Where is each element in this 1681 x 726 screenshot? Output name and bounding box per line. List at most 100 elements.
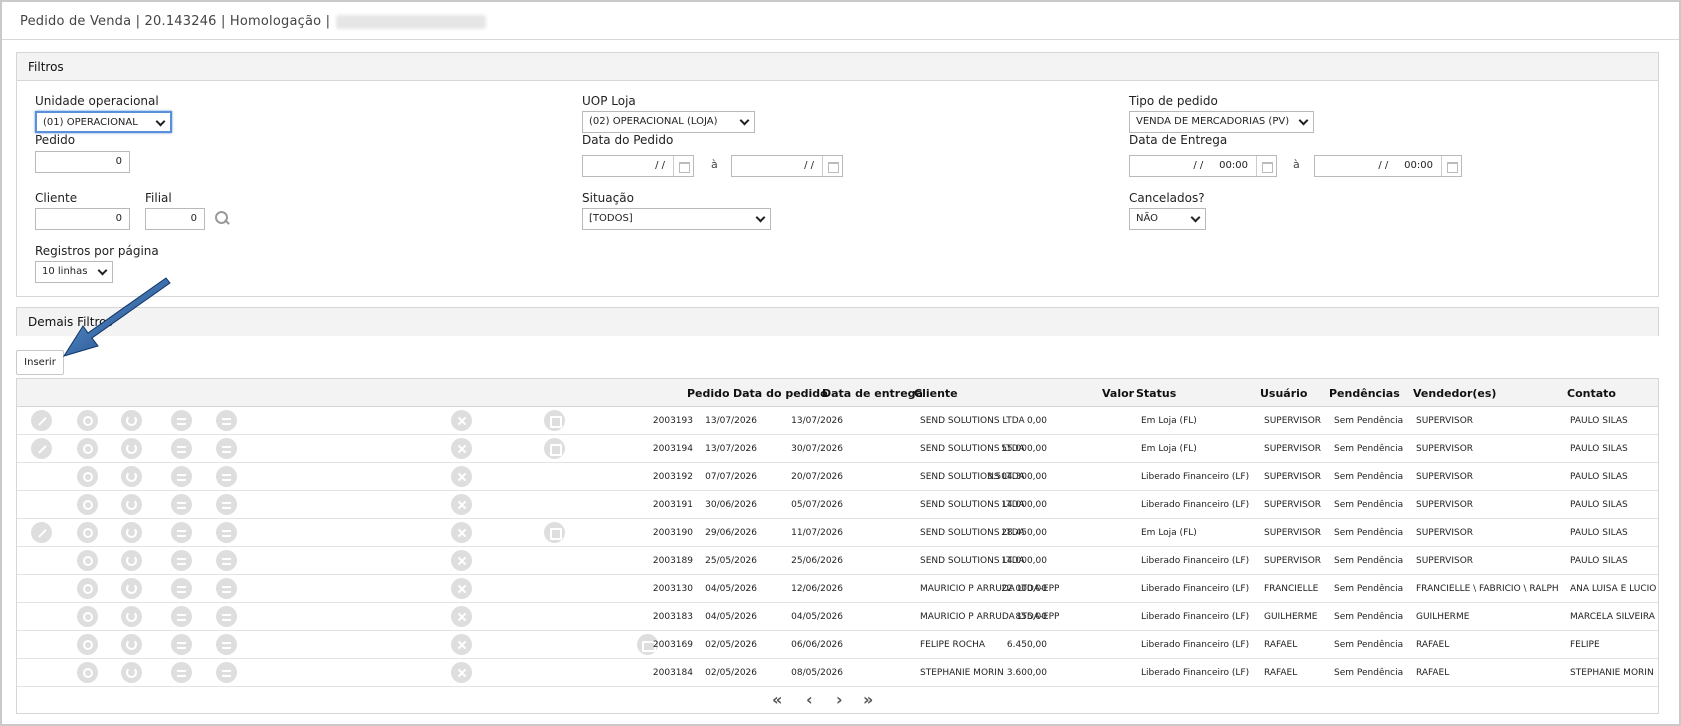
history-icon[interactable] [121,522,142,543]
table-row[interactable]: 2003190 29/06/2026 11/07/2026 SEND SOLUTION… [17,519,1658,547]
edit-icon[interactable] [31,438,52,459]
cliente-input[interactable]: 0 [35,208,130,230]
view-icon[interactable] [77,410,98,431]
search-icon[interactable] [214,210,230,226]
list-icon[interactable] [171,578,192,599]
view-icon[interactable] [77,438,98,459]
menu-icon[interactable] [216,634,237,655]
menu-icon[interactable] [216,466,237,487]
cancel-icon[interactable] [451,662,472,683]
col-valor[interactable]: Valor [1102,387,1134,400]
col-usuario[interactable]: Usuário [1260,387,1308,400]
table-row[interactable]: 2003191 30/06/2026 05/07/2026 SEND SOLUTION… [17,491,1658,519]
history-icon[interactable] [121,466,142,487]
view-icon[interactable] [77,634,98,655]
cancel-icon[interactable] [451,466,472,487]
col-cliente[interactable]: Cliente [914,387,958,400]
history-icon[interactable] [121,662,142,683]
insert-button[interactable]: Inserir [16,350,64,375]
data-entrega-from-input[interactable]: / / 00:00 [1129,155,1277,177]
list-icon[interactable] [171,466,192,487]
col-pendencias[interactable]: Pendências [1329,387,1400,400]
uop-select[interactable]: (02) OPERACIONAL (LOJA) [582,111,755,133]
view-icon[interactable] [77,662,98,683]
more-filters-title[interactable]: Demais Filtros [17,308,1658,336]
table-row[interactable]: 2003192 07/07/2026 20/07/2026 SEND SOLUTION… [17,463,1658,491]
registros-select[interactable]: 10 linhas [35,261,113,283]
history-icon[interactable] [121,550,142,571]
cancel-icon[interactable] [451,606,472,627]
list-icon[interactable] [171,634,192,655]
view-icon[interactable] [77,550,98,571]
cancel-icon[interactable] [451,578,472,599]
list-icon[interactable] [171,522,192,543]
col-data-pedido[interactable]: Data do pedido [733,387,828,400]
edit-icon[interactable] [31,410,52,431]
note-edit-icon[interactable] [544,522,565,543]
calendar-icon[interactable] [673,156,693,176]
menu-icon[interactable] [216,410,237,431]
table-row[interactable]: 2003169 02/05/2026 06/06/2026 FELIPE ROCHA 6… [17,631,1658,659]
menu-icon[interactable] [216,522,237,543]
more-filters-panel[interactable]: Demais Filtros [16,307,1659,336]
col-pedido[interactable]: Pedido [687,387,730,400]
note-edit-icon[interactable] [544,438,565,459]
calendar-icon[interactable] [1441,156,1461,176]
view-icon[interactable] [77,466,98,487]
filial-input[interactable]: 0 [145,208,205,230]
view-icon[interactable] [77,494,98,515]
view-icon[interactable] [77,578,98,599]
table-row[interactable]: 2003193 13/07/2026 13/07/2026 SEND SOLUTION… [17,407,1658,435]
view-icon[interactable] [77,606,98,627]
history-icon[interactable] [121,606,142,627]
history-icon[interactable] [121,438,142,459]
menu-icon[interactable] [216,606,237,627]
menu-icon[interactable] [216,438,237,459]
list-icon[interactable] [171,662,192,683]
col-status[interactable]: Status [1136,387,1176,400]
tipo-select[interactable]: VENDA DE MERCADORIAS (PV) [1129,111,1314,133]
history-icon[interactable] [121,578,142,599]
calendar-icon[interactable] [822,156,842,176]
edit-icon[interactable] [31,522,52,543]
list-icon[interactable] [171,606,192,627]
prev-page-button[interactable]: ‹ [806,690,813,709]
unidade-select[interactable]: (01) OPERACIONAL [35,111,172,133]
list-icon[interactable] [171,410,192,431]
col-vendedor[interactable]: Vendedor(es) [1413,387,1496,400]
table-row[interactable]: 2003183 04/05/2026 04/05/2026 MAURICIO P AR… [17,603,1658,631]
data-pedido-to-input[interactable]: / / [731,155,843,177]
cancel-icon[interactable] [451,522,472,543]
first-page-button[interactable]: « [772,690,782,709]
list-icon[interactable] [171,550,192,571]
history-icon[interactable] [121,634,142,655]
situacao-select[interactable]: [TODOS] [582,208,771,230]
last-page-button[interactable]: » [863,690,873,709]
cancel-icon[interactable] [451,550,472,571]
calendar-icon[interactable] [1256,156,1276,176]
data-pedido-from-input[interactable]: / / [582,155,694,177]
cancel-icon[interactable] [451,494,472,515]
col-data-entrega[interactable]: Data de entrega [822,387,923,400]
cancelados-select[interactable]: NÃO [1129,208,1206,230]
table-row[interactable]: 2003194 13/07/2026 30/07/2026 SEND SOLUTION… [17,435,1658,463]
note-edit-icon[interactable] [544,410,565,431]
list-icon[interactable] [171,438,192,459]
history-icon[interactable] [121,410,142,431]
view-icon[interactable] [77,522,98,543]
data-entrega-to-input[interactable]: / / 00:00 [1314,155,1462,177]
cancel-icon[interactable] [451,634,472,655]
table-row[interactable]: 2003189 25/05/2026 25/06/2026 SEND SOLUTION… [17,547,1658,575]
cancel-icon[interactable] [451,410,472,431]
cancel-icon[interactable] [451,438,472,459]
menu-icon[interactable] [216,578,237,599]
col-contato[interactable]: Contato [1567,387,1616,400]
table-row[interactable]: 2003130 04/05/2026 12/06/2026 MAURICIO P AR… [17,575,1658,603]
next-page-button[interactable]: › [836,690,843,709]
table-row[interactable]: 2003184 02/05/2026 08/05/2026 STEPHANIE MOR… [17,659,1658,687]
menu-icon[interactable] [216,550,237,571]
pedido-input[interactable]: 0 [35,151,130,173]
history-icon[interactable] [121,494,142,515]
menu-icon[interactable] [216,662,237,683]
list-icon[interactable] [171,494,192,515]
